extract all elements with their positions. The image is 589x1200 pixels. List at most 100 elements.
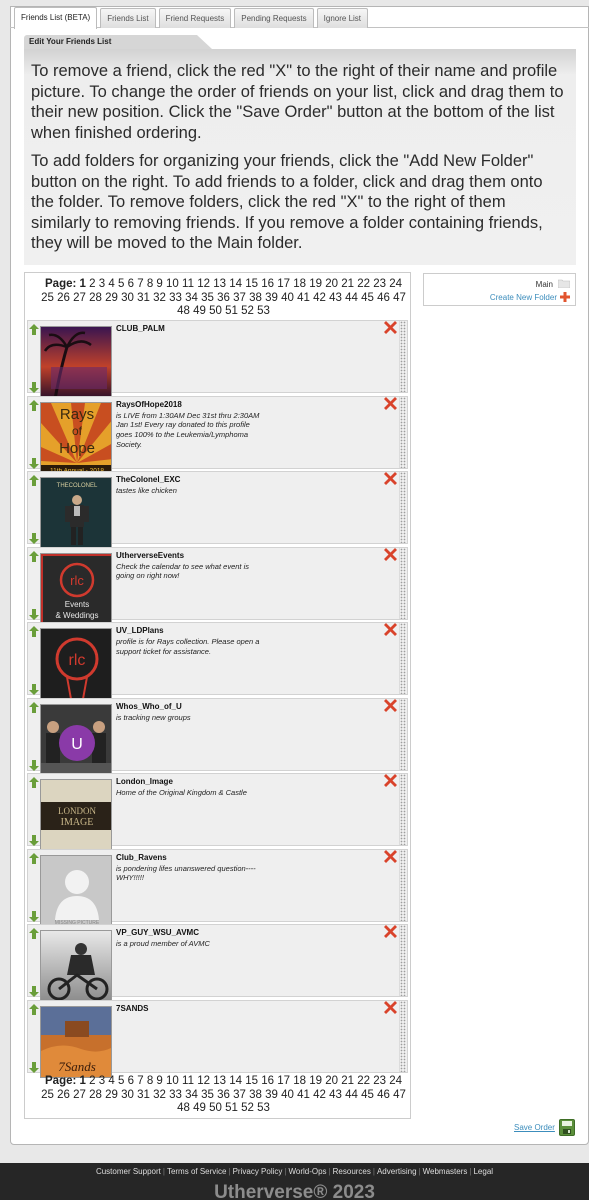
drag-handle[interactable] [399,472,406,543]
remove-friend-icon[interactable] [384,698,397,712]
move-up-arrow-icon[interactable] [29,549,39,562]
drag-handle[interactable] [399,547,406,619]
friend-row[interactable]: RaysofHope11th Annual - 2018RaysOfHope20… [27,395,408,474]
page-link[interactable]: 20 [325,1075,338,1087]
page-link[interactable]: 34 [185,292,198,304]
friend-row[interactable]: MISSING PICTURE Club_Ravens is pondering l… [27,848,408,927]
page-link[interactable]: 53 [257,305,270,317]
footer-link[interactable]: Webmasters [423,1167,468,1176]
page-link[interactable]: 15 [245,278,258,290]
page-link[interactable]: 39 [265,1089,278,1101]
remove-friend-icon[interactable] [384,472,397,485]
page-link[interactable]: 53 [257,1102,270,1114]
page-link[interactable]: 47 [393,292,406,304]
create-folder-button[interactable]: Create New Folder [490,293,557,302]
page-link[interactable]: 34 [185,1089,198,1101]
missing-picture-avatar[interactable]: MISSING PICTURE [40,854,112,927]
move-up-arrow-icon[interactable] [29,700,39,713]
page-link[interactable]: 24 [389,278,402,290]
club-palm-avatar[interactable] [40,326,112,398]
friend-row[interactable]: LONDON IMAGE London_Image Home of the Origi… [27,773,408,851]
page-link[interactable]: 25 [41,292,54,304]
page-link[interactable]: 7 [137,278,143,290]
page-link[interactable]: 31 [137,1089,150,1101]
page-link[interactable]: 19 [309,1075,322,1087]
events-avatar[interactable]: rlc Events & Weddings [40,552,112,625]
friend-name[interactable]: 7SANDS [116,1004,148,1013]
page-link[interactable]: 40 [281,1089,294,1101]
footer-link[interactable]: Privacy Policy [233,1167,283,1176]
page-link[interactable]: 11 [182,278,194,290]
friend-row[interactable]: CLUB_PALM [27,320,408,398]
friend-name[interactable]: CLUB_PALM [116,324,165,333]
footer-link[interactable]: Resources [333,1167,371,1176]
tab-friends-list[interactable]: Friends List [100,8,156,28]
whos-who-avatar[interactable]: U [40,703,112,776]
drag-handle[interactable] [399,396,406,468]
remove-friend-icon[interactable] [384,547,397,561]
move-up-arrow-icon[interactable] [29,1002,39,1015]
drag-handle[interactable] [399,849,406,921]
save-order-button[interactable]: Save Order [514,1123,555,1132]
friend-name[interactable]: Club_Ravens [116,853,167,862]
page-link[interactable]: 5 [118,1075,124,1087]
friend-row[interactable]: VP_GUY_WSU_AVMC is a proud member of AVMC [27,924,408,1002]
footer-link[interactable]: Advertising [377,1167,417,1176]
remove-friend-icon[interactable] [384,849,397,863]
friend-name[interactable]: VP_GUY_WSU_AVMC [116,928,199,937]
move-down-arrow-icon[interactable] [29,984,39,997]
london-image-avatar[interactable]: LONDON IMAGE [40,779,112,851]
friend-row[interactable]: rlc UV_LDPlans profile is for Rays collect… [27,622,408,700]
move-down-arrow-icon[interactable] [29,531,39,544]
page-link[interactable]: 42 [313,292,326,304]
biker-avatar[interactable] [40,930,112,1002]
page-link[interactable]: 22 [357,1075,370,1087]
page-link[interactable]: 9 [156,278,162,290]
page-link[interactable]: 50 [209,1102,222,1114]
footer-link[interactable]: Customer Support [96,1167,161,1176]
page-link[interactable]: 10 [166,1075,179,1087]
friend-name[interactable]: UtherverseEvents [116,551,184,560]
move-down-arrow-icon[interactable] [29,833,39,846]
page-link[interactable]: 37 [233,1089,246,1101]
page-link[interactable]: 36 [217,292,230,304]
page-link[interactable]: 29 [105,292,118,304]
move-down-arrow-icon[interactable] [29,1060,39,1073]
page-link[interactable]: 24 [389,1075,402,1087]
move-down-arrow-icon[interactable] [29,380,39,393]
page-link[interactable]: 28 [89,1089,102,1101]
page-link[interactable]: 33 [169,292,182,304]
remove-friend-icon[interactable] [384,774,397,787]
page-link[interactable]: 28 [89,292,102,304]
friend-row[interactable]: U Whos_Who_of_U is tracking new groups [27,697,408,776]
add-icon[interactable] [560,292,570,302]
page-link[interactable]: 30 [121,292,134,304]
page-link[interactable]: 46 [377,1089,390,1101]
tab-pending-requests[interactable]: Pending Requests [234,8,314,28]
remove-friend-icon[interactable] [384,925,397,938]
page-link[interactable]: 11 [182,1075,194,1087]
save-icon[interactable] [559,1119,575,1136]
move-up-arrow-icon[interactable] [29,851,39,864]
footer-link[interactable]: Legal [473,1167,493,1176]
page-link[interactable]: 4 [108,278,114,290]
page-link[interactable]: 33 [169,1089,182,1101]
page-link[interactable]: 17 [277,278,290,290]
7sands-avatar[interactable]: 7Sands [40,1005,112,1078]
page-link[interactable]: 45 [361,292,374,304]
page-link[interactable]: 4 [108,1075,114,1087]
move-down-arrow-icon[interactable] [29,456,39,469]
move-up-arrow-icon[interactable] [29,775,39,788]
page-link[interactable]: 50 [209,305,222,317]
page-link[interactable]: 12 [197,1075,210,1087]
page-link[interactable]: 38 [249,292,262,304]
move-up-arrow-icon[interactable] [29,398,39,411]
tab-friend-requests[interactable]: Friend Requests [158,8,232,28]
friend-name[interactable]: TheColonel_EXC [116,475,180,484]
move-down-arrow-icon[interactable] [29,607,39,620]
page-link[interactable]: 36 [217,1089,230,1101]
page-link[interactable]: 2 [89,1075,95,1087]
tab-ignore-list[interactable]: Ignore List [316,8,369,28]
ldplans-avatar[interactable]: rlc [40,628,112,700]
page-link[interactable]: 43 [329,292,342,304]
